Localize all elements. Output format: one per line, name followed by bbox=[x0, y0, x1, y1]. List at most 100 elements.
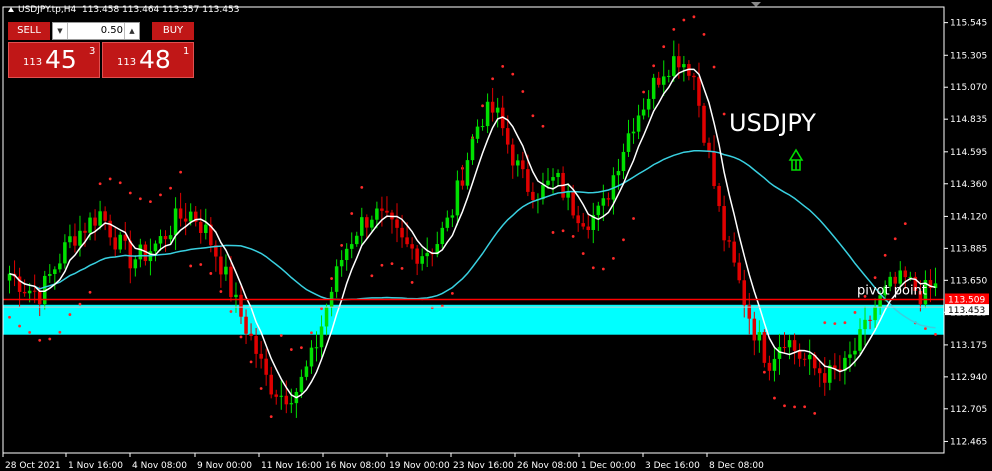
candle-body bbox=[385, 210, 389, 213]
x-tick-label: 28 Oct 2021 bbox=[5, 461, 61, 471]
candle-body bbox=[445, 217, 450, 228]
buy-button[interactable]: BUY bbox=[152, 22, 194, 40]
candle-body bbox=[380, 208, 384, 211]
candle-body bbox=[697, 77, 701, 106]
candle-body bbox=[279, 395, 284, 397]
sar-dot bbox=[450, 292, 454, 295]
candle-body bbox=[219, 256, 223, 275]
lot-size-value[interactable]: 0.50 bbox=[69, 23, 123, 39]
x-tick-label: 19 Nov 00:00 bbox=[389, 461, 450, 471]
candle-body bbox=[365, 217, 369, 228]
sar-dot bbox=[541, 124, 545, 128]
sar-dot bbox=[843, 321, 847, 325]
candle-body bbox=[546, 180, 550, 185]
candle-body bbox=[626, 133, 631, 152]
sar-dot bbox=[823, 321, 827, 325]
candle-body bbox=[249, 333, 253, 337]
sar-dot bbox=[410, 281, 414, 284]
candle-body bbox=[133, 259, 138, 269]
candle-body bbox=[415, 248, 419, 264]
candle-body bbox=[344, 248, 349, 261]
candle-body bbox=[762, 332, 767, 363]
candle-body bbox=[908, 276, 913, 278]
sar-dot bbox=[310, 331, 313, 335]
candle-body bbox=[797, 350, 802, 359]
candle-body bbox=[450, 215, 455, 218]
candle-body bbox=[244, 316, 248, 334]
sar-dot bbox=[712, 65, 716, 69]
candle-body bbox=[22, 291, 27, 294]
sar-dot bbox=[299, 346, 303, 350]
sar-dot bbox=[511, 72, 515, 76]
candle-body bbox=[807, 354, 812, 360]
sar-dot bbox=[893, 237, 897, 241]
candle-body bbox=[188, 211, 193, 222]
candle-body bbox=[395, 219, 399, 228]
candle-body bbox=[93, 217, 97, 226]
candle-body bbox=[656, 77, 661, 85]
candle-body bbox=[742, 280, 747, 306]
candle-body bbox=[868, 319, 872, 321]
candle-body bbox=[48, 273, 52, 276]
sell-price-button[interactable]: 113 45 3 bbox=[8, 42, 100, 78]
candle-body bbox=[168, 235, 173, 240]
candle-body bbox=[672, 56, 676, 76]
candle-body bbox=[606, 198, 611, 200]
candle-body bbox=[571, 191, 575, 216]
candle-body bbox=[853, 350, 857, 355]
candle-body bbox=[229, 266, 233, 298]
buy-price-prefix: 113 bbox=[117, 57, 137, 68]
candle-body bbox=[792, 340, 797, 351]
sar-dot bbox=[491, 77, 495, 81]
candle-body bbox=[425, 253, 429, 257]
candle-body bbox=[254, 336, 258, 354]
x-tick-label: 4 Nov 08:00 bbox=[132, 461, 187, 471]
sar-dot bbox=[269, 415, 273, 419]
sell-button[interactable]: SELL bbox=[8, 22, 50, 40]
candle-body bbox=[178, 208, 183, 219]
candle-body bbox=[319, 326, 324, 348]
candle-body bbox=[284, 395, 289, 405]
candle-body bbox=[158, 236, 163, 244]
sar-dot bbox=[189, 264, 193, 268]
x-tick-label: 23 Nov 16:00 bbox=[453, 461, 514, 471]
candle-body bbox=[239, 294, 243, 317]
sar-dot bbox=[219, 290, 223, 293]
pivot-point-label: pivot point bbox=[857, 283, 927, 298]
candle-body bbox=[455, 180, 460, 216]
candle-body bbox=[480, 126, 485, 128]
candle-body bbox=[737, 262, 741, 281]
candle-body bbox=[264, 358, 268, 375]
lot-size-input[interactable]: ▼ 0.50 ▲ bbox=[52, 22, 140, 40]
candle-body bbox=[309, 347, 314, 367]
candle-body bbox=[707, 142, 711, 152]
candle-body bbox=[641, 109, 646, 116]
candle-body bbox=[566, 191, 570, 198]
shift-marker-icon bbox=[751, 2, 761, 7]
candle-body bbox=[269, 374, 273, 395]
candle-body bbox=[460, 180, 465, 186]
candle-body bbox=[898, 270, 903, 284]
candle-body bbox=[772, 358, 777, 371]
candle-body bbox=[475, 126, 480, 139]
sar-dot bbox=[8, 315, 11, 319]
candle-body bbox=[863, 319, 867, 330]
ticker-label: USDJPY.tp,H4 bbox=[18, 5, 77, 15]
lot-decrease-icon[interactable]: ▼ bbox=[53, 23, 68, 39]
collapse-icon[interactable] bbox=[8, 7, 14, 12]
sar-dot bbox=[18, 324, 21, 328]
candle-body bbox=[823, 373, 827, 383]
slow-moving-average-line bbox=[9, 149, 936, 329]
up-arrow-icon bbox=[788, 148, 804, 171]
lot-increase-icon[interactable]: ▲ bbox=[124, 23, 139, 39]
buy-price-button[interactable]: 113 48 1 bbox=[102, 42, 194, 78]
sar-dot bbox=[762, 370, 766, 374]
candle-body bbox=[339, 260, 344, 267]
candle-body bbox=[360, 217, 364, 236]
candle-body bbox=[646, 98, 651, 110]
sar-dot bbox=[179, 170, 183, 174]
sar-dot bbox=[652, 64, 656, 68]
sar-dot bbox=[924, 327, 927, 331]
candle-body bbox=[37, 291, 42, 305]
candle-body bbox=[78, 230, 82, 246]
